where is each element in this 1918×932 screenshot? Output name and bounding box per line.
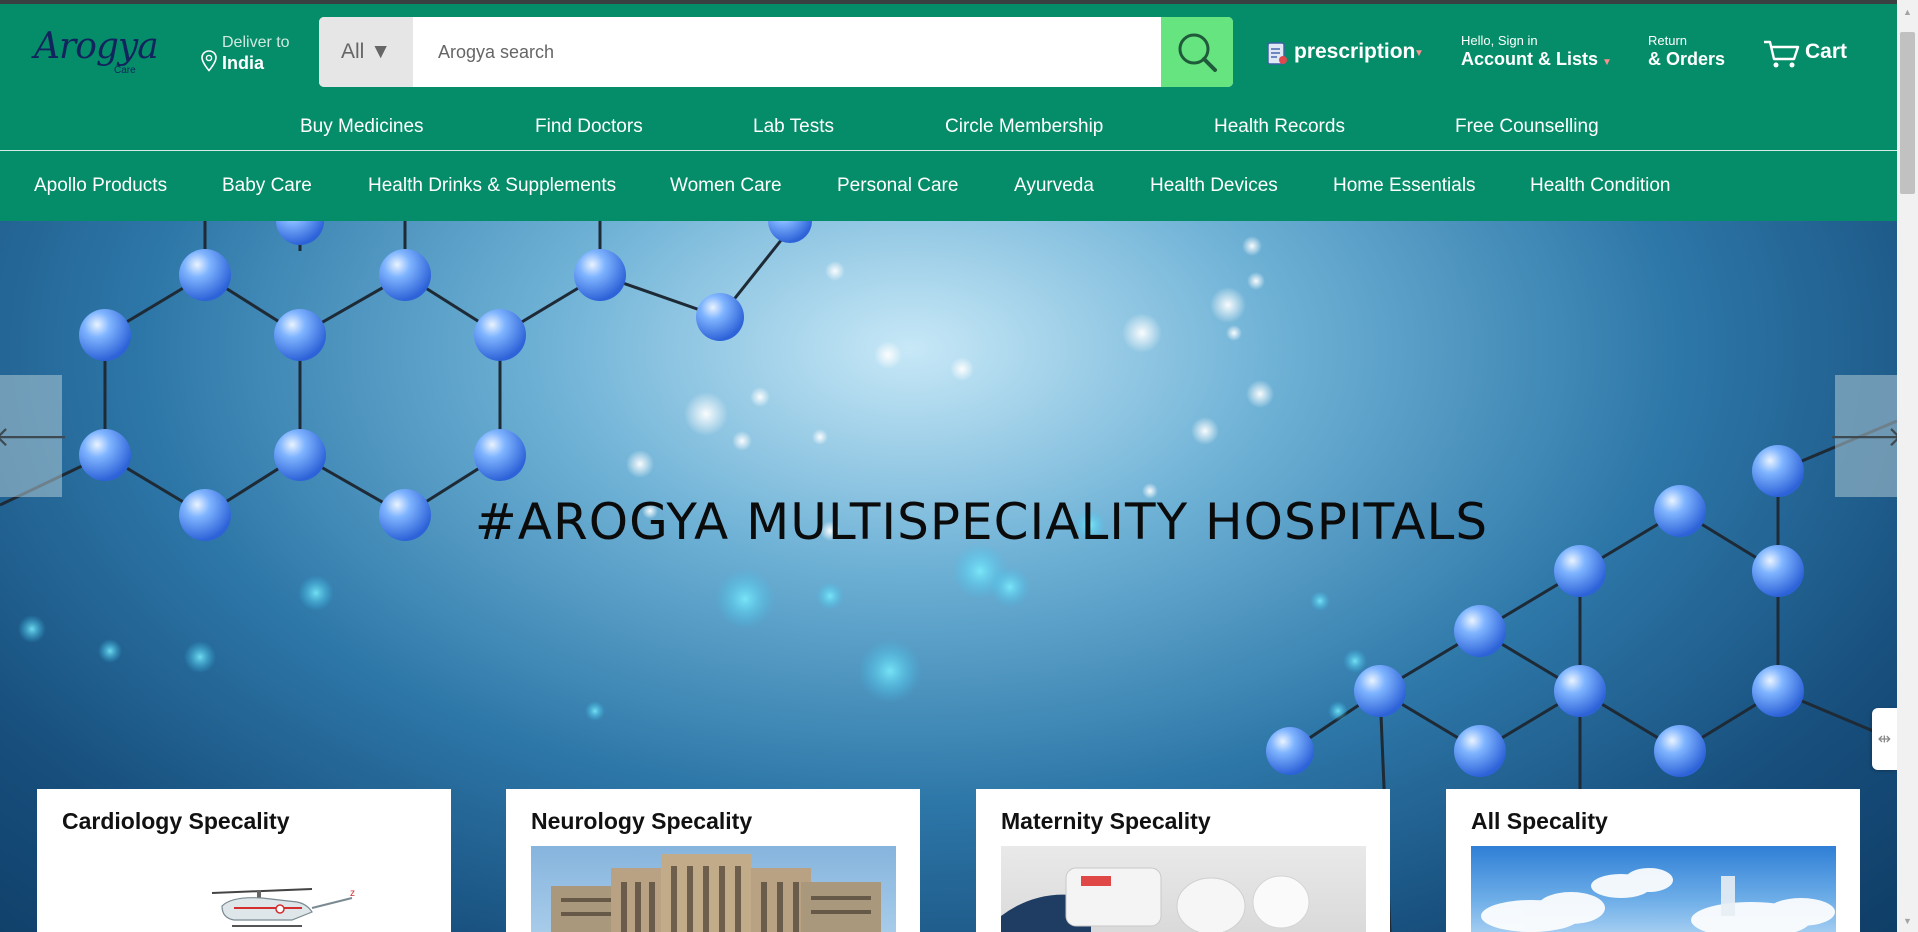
account-lists-text: Account & Lists (1461, 49, 1599, 69)
logo-subtext: Care (114, 65, 136, 76)
deliver-label: Deliver to (222, 34, 290, 51)
arrow-left-icon: 🡐 (0, 421, 69, 452)
nav-lab-tests[interactable]: Lab Tests (753, 116, 834, 138)
orders-label: & Orders (1648, 49, 1726, 69)
speciality-card-neurology[interactable]: Neurology Specality (506, 789, 920, 932)
speciality-card-cardiology[interactable]: Cardiology Specality z (37, 789, 451, 932)
location-pin-icon (201, 50, 217, 72)
arrow-right-icon: 🡒 (1828, 421, 1897, 452)
speciality-card-maternity[interactable]: Maternity Specality (976, 789, 1390, 932)
category-personal-care[interactable]: Personal Care (837, 175, 958, 197)
header-top-row: Arogya Care Deliver to India All ▼ Arogy… (0, 4, 1897, 98)
scroll-up-arrow-icon[interactable]: ▲ (1897, 4, 1918, 21)
card-image-medical-supplies (1001, 846, 1366, 932)
nav-free-counselling[interactable]: Free Counselling (1455, 116, 1599, 138)
card-title: All Specality (1471, 808, 1608, 834)
hospital-building-illustration-icon (551, 854, 881, 932)
account-greeting: Hello, Sign in (1461, 33, 1538, 48)
search-bar: All ▼ (319, 17, 1233, 87)
account-caret-icon: ▼ (1602, 57, 1612, 68)
arogya-logo[interactable]: Arogya Care (30, 22, 160, 82)
primary-nav: Buy Medicines Find Doctors Lab Tests Cir… (0, 98, 1897, 154)
hero-carousel: #AROGYA MULTISPECIALITY HOSPITALS 🡐 🡒 ⇹ … (0, 221, 1897, 932)
speciality-card-all[interactable]: All Specality (1446, 789, 1860, 932)
nav-circle-membership[interactable]: Circle Membership (945, 116, 1103, 138)
site-header: Arogya Care Deliver to India All ▼ Arogy… (0, 4, 1897, 221)
returns-orders-link[interactable]: Return & Orders (1648, 33, 1725, 70)
svg-text:z: z (350, 888, 355, 899)
hero-headline: #AROGYA MULTISPECIALITY HOSPITALS (474, 493, 1489, 551)
nav-buy-medicines[interactable]: Buy Medicines (300, 116, 424, 138)
card-image-hospital-building (531, 846, 896, 932)
scroll-down-arrow-icon[interactable]: ▼ (1897, 913, 1918, 930)
returns-label: Return (1648, 33, 1688, 48)
category-baby-care[interactable]: Baby Care (222, 175, 312, 197)
card-title: Cardiology Specality (62, 808, 290, 834)
carousel-prev-button[interactable]: 🡐 (0, 375, 69, 497)
account-lists-label: Account & Lists ▼ (1461, 49, 1612, 70)
deliver-country: India (222, 53, 265, 73)
dropdown-caret-icon: ▼ (370, 40, 391, 63)
clouds-illustration-icon (1481, 868, 1835, 932)
account-lists-menu[interactable]: Hello, Sign in Account & Lists ▼ (1461, 33, 1612, 70)
card-title: Maternity Specality (1001, 808, 1211, 834)
card-title: Neurology Specality (531, 808, 753, 834)
scrollbar-thumb[interactable] (1900, 32, 1915, 194)
cart-label: Cart (1805, 40, 1848, 63)
card-image-helicopter: z (62, 846, 427, 932)
nav-find-doctors[interactable]: Find Doctors (535, 116, 643, 138)
prescription-label: prescription (1294, 40, 1416, 63)
page-scrollbar[interactable]: ▲ ▼ (1897, 0, 1918, 932)
helicopter-illustration-icon: z (211, 888, 355, 927)
header-divider (0, 150, 1897, 151)
medical-supplies-illustration-icon (1001, 867, 1310, 932)
card-image-sky-building (1471, 846, 1836, 932)
category-health-devices[interactable]: Health Devices (1150, 175, 1278, 197)
cart-icon (1764, 40, 1800, 68)
logo-text: Arogya (34, 26, 159, 67)
search-button[interactable] (1161, 17, 1233, 87)
category-ayurveda[interactable]: Ayurveda (1014, 175, 1094, 197)
carousel-next-button[interactable]: 🡒 (1828, 375, 1897, 497)
search-category-dropdown[interactable]: All ▼ (319, 17, 413, 87)
search-input[interactable] (413, 17, 1149, 87)
prescription-document-icon (1267, 42, 1287, 65)
category-apollo-products[interactable]: Apollo Products (34, 175, 167, 197)
category-health-drinks[interactable]: Health Drinks & Supplements (368, 175, 616, 197)
expand-widget-icon: ⇹ (1877, 731, 1892, 748)
prescription-caret-icon: ▼ (1414, 48, 1424, 59)
category-nav: Apollo Products Baby Care Health Drinks … (0, 155, 1897, 221)
category-women-care[interactable]: Women Care (670, 175, 782, 197)
side-widget-tab[interactable]: ⇹ (1872, 708, 1897, 770)
nav-health-records[interactable]: Health Records (1214, 116, 1345, 138)
search-category-label: All (341, 40, 365, 63)
search-icon (1178, 33, 1217, 72)
category-health-condition[interactable]: Health Condition (1530, 175, 1670, 197)
category-home-essentials[interactable]: Home Essentials (1333, 175, 1476, 197)
